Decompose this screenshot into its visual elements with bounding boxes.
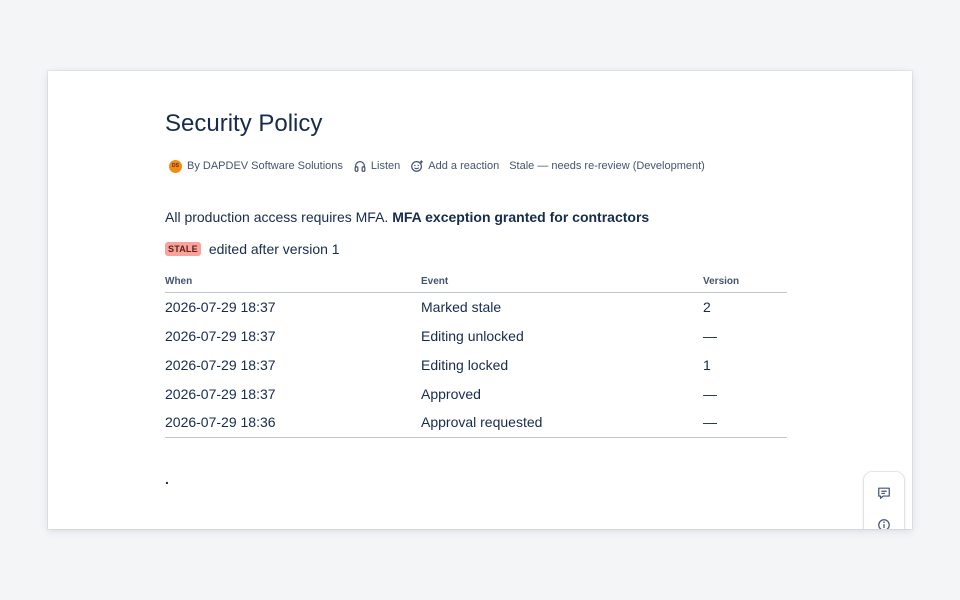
header-version: Version bbox=[703, 272, 787, 293]
audit-header-row: When Event Version bbox=[165, 272, 787, 293]
cell-when: 2026-07-29 18:37 bbox=[165, 298, 276, 315]
page-canvas: Security Policy DS By DAPDEV Software So… bbox=[48, 71, 912, 529]
table-row: 2026-07-29 18:37 Editing unlocked — bbox=[165, 321, 787, 350]
cell-when: 2026-07-29 18:37 bbox=[165, 385, 276, 402]
cell-version: — bbox=[703, 408, 787, 438]
avatar: DS bbox=[169, 159, 182, 173]
cell-event: Editing locked bbox=[421, 356, 509, 373]
table-row: 2026-07-29 18:37 Editing locked 1 bbox=[165, 350, 787, 379]
side-actions-panel bbox=[864, 472, 904, 529]
emoji-add-icon bbox=[411, 160, 424, 172]
add-reaction-label: Add a reaction bbox=[428, 160, 500, 172]
cell-event: Editing unlocked bbox=[421, 327, 524, 344]
table-row: 2026-07-29 18:37 Approved — bbox=[165, 379, 787, 408]
cell-version: 1 bbox=[703, 356, 711, 373]
body-text: All production access requires MFA. bbox=[165, 209, 389, 225]
cell-event: Marked stale bbox=[421, 298, 502, 315]
listen-button[interactable]: Listen bbox=[353, 159, 400, 173]
add-reaction-button[interactable]: Add a reaction bbox=[410, 159, 499, 173]
stale-notice: STALE edited after version 1 bbox=[165, 241, 340, 257]
cell-when: 2026-07-29 18:37 bbox=[165, 327, 276, 344]
cell-version: — bbox=[703, 327, 717, 344]
headphones-icon bbox=[354, 161, 366, 172]
comment-icon bbox=[878, 487, 890, 499]
audit-table: When Event Version 2026-07-29 18:37 Mark… bbox=[165, 272, 787, 438]
table-row: 2026-07-29 18:37 Marked stale 2 bbox=[165, 292, 787, 321]
stale-badge: STALE bbox=[165, 242, 201, 256]
cell-event: Approved bbox=[421, 385, 481, 402]
trailing-paragraph: . bbox=[165, 471, 169, 487]
cell-version: — bbox=[703, 385, 717, 402]
cell-event: Approval requested bbox=[421, 408, 703, 438]
listen-label: Listen bbox=[370, 160, 401, 172]
byline: DS By DAPDEV Software Solutions Listen A… bbox=[169, 159, 715, 173]
author-label: By DAPDEV Software Solutions bbox=[187, 160, 343, 172]
table-row: 2026-07-29 18:36 Approval requested — bbox=[165, 408, 787, 438]
page-title: Security Policy bbox=[165, 110, 323, 137]
cell-when: 2026-07-29 18:37 bbox=[165, 356, 276, 373]
body-bold-text: MFA exception granted for contractors bbox=[392, 209, 650, 225]
cell-version: 2 bbox=[703, 298, 711, 315]
stale-text: edited after version 1 bbox=[208, 241, 340, 257]
info-icon bbox=[878, 519, 890, 529]
header-when: When bbox=[165, 272, 421, 293]
page-info-button[interactable] bbox=[876, 517, 892, 529]
page-status-label: Stale — needs re-review (Development) bbox=[509, 160, 705, 172]
author-link[interactable]: DS By DAPDEV Software Solutions bbox=[169, 159, 343, 173]
page-status: Stale — needs re-review (Development) bbox=[509, 160, 705, 172]
cell-when: 2026-07-29 18:36 bbox=[165, 408, 421, 438]
comments-button[interactable] bbox=[876, 485, 892, 501]
header-event: Event bbox=[421, 272, 703, 293]
body-paragraph: All production access requires MFA. MFA … bbox=[165, 209, 649, 225]
